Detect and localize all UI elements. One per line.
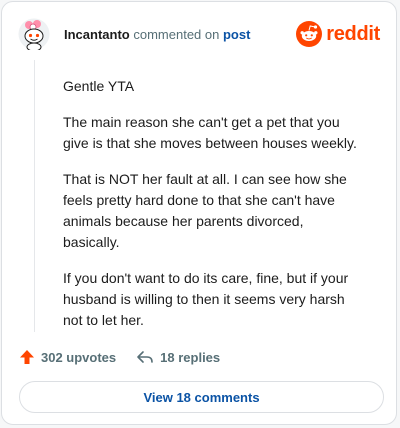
comment-body: Gentle YTA The main reason she can't get… — [63, 76, 363, 346]
comment-paragraph: If you don't want to do its care, fine, … — [63, 270, 349, 328]
upvote-count: 302 upvotes — [41, 349, 117, 365]
username-link[interactable]: Incantanto — [64, 27, 130, 42]
comment-actions: 302 upvotes 18 replies — [19, 346, 220, 368]
reddit-logo[interactable]: reddit — [296, 20, 380, 48]
post-link[interactable]: post — [223, 27, 250, 42]
replies-button[interactable]: 18 replies — [136, 349, 220, 365]
commented-on-text: commented on — [133, 27, 220, 42]
comment-byline: Incantanto commented on post — [64, 27, 250, 42]
reddit-wordmark: reddit — [326, 22, 380, 45]
thread-line — [34, 60, 35, 332]
reddit-snoo-icon — [296, 21, 323, 47]
upvote-arrow-icon — [20, 350, 34, 364]
comment-paragraph: The main reason she can't get a pet that… — [63, 114, 357, 151]
view-comments-button[interactable]: View 18 comments — [19, 381, 384, 413]
comment-header: Incantanto commented on post reddit — [18, 16, 380, 52]
comment-card: Incantanto commented on post reddit Gent… — [1, 1, 397, 425]
comment-paragraph: That is NOT her fault at all. I can see … — [63, 171, 347, 250]
upvote-button[interactable]: 302 upvotes — [19, 349, 116, 365]
reply-arrow-icon — [137, 351, 153, 363]
comment-paragraph: Gentle YTA — [63, 78, 135, 94]
replies-count: 18 replies — [160, 349, 221, 365]
user-avatar-icon[interactable] — [18, 18, 50, 50]
